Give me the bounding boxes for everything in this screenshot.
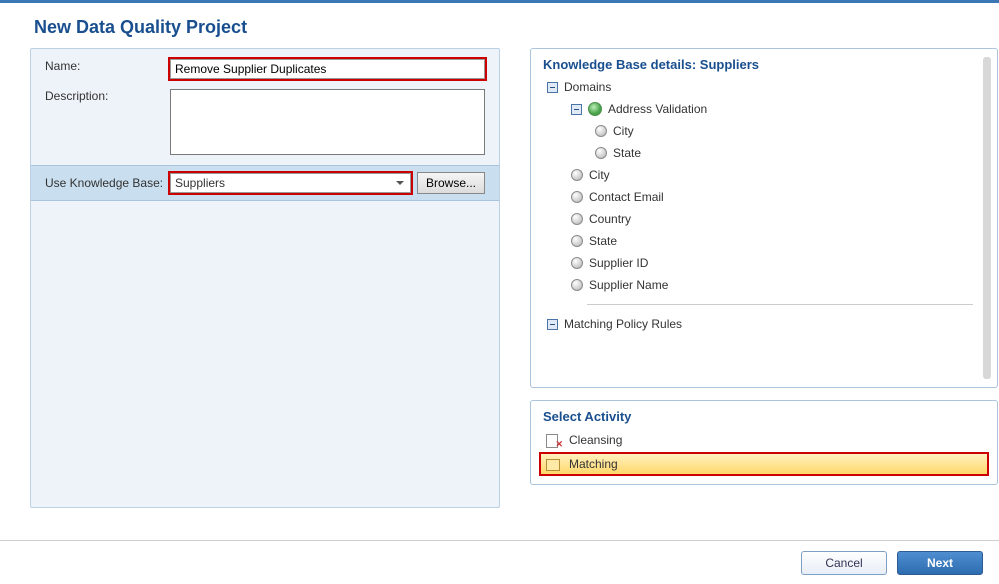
tree-node-domain[interactable]: Contact Email	[547, 186, 973, 208]
description-label: Description:	[45, 89, 170, 103]
new-project-form-panel: Name: Description: Use Knowledge Base: S…	[30, 48, 500, 508]
domain-icon	[571, 169, 583, 181]
tree-node-domain[interactable]: Country	[547, 208, 973, 230]
matching-icon	[545, 456, 561, 472]
select-activity-panel: Select Activity Cleansing Matching	[530, 400, 998, 485]
tree-label: State	[613, 146, 641, 160]
select-activity-title: Select Activity	[531, 401, 997, 428]
kb-details-panel: Knowledge Base details: Suppliers Domain…	[530, 48, 998, 388]
kb-label: Use Knowledge Base:	[45, 176, 170, 190]
activity-matching[interactable]: Matching	[539, 452, 989, 476]
domain-icon	[571, 213, 583, 225]
workarea: Name: Description: Use Knowledge Base: S…	[30, 48, 999, 534]
collapse-icon[interactable]	[571, 104, 582, 115]
domain-icon	[571, 235, 583, 247]
tree-node-domain[interactable]: State	[547, 230, 973, 252]
tree-label: Matching Policy Rules	[564, 317, 682, 331]
domain-icon	[571, 257, 583, 269]
right-column: Knowledge Base details: Suppliers Domain…	[530, 48, 998, 497]
cleansing-icon	[545, 432, 561, 448]
tree-label: State	[589, 234, 617, 248]
scrollbar[interactable]	[983, 57, 991, 379]
tree-label: Country	[589, 212, 631, 226]
kb-select[interactable]: Suppliers	[170, 173, 411, 193]
tree-label: Contact Email	[589, 190, 664, 204]
collapse-icon[interactable]	[547, 82, 558, 93]
domain-icon	[571, 191, 583, 203]
kb-details-title: Knowledge Base details: Suppliers	[531, 49, 997, 76]
domain-icon	[571, 279, 583, 291]
name-input[interactable]	[170, 59, 485, 79]
tree-node-domains[interactable]: Domains	[547, 76, 973, 98]
tree-label: City	[613, 124, 634, 138]
activity-label: Cleansing	[569, 433, 622, 447]
domain-icon	[595, 147, 607, 159]
collapse-icon[interactable]	[547, 319, 558, 330]
activity-label: Matching	[569, 457, 618, 471]
tree-node-domain[interactable]: Supplier ID	[547, 252, 973, 274]
tree-label: Domains	[564, 80, 611, 94]
tree-node-composite[interactable]: Address Validation	[547, 98, 973, 120]
tree-node-matching-rules[interactable]: Matching Policy Rules	[547, 313, 973, 335]
bottom-bar: Cancel Next	[0, 540, 999, 584]
kb-tree: Domains Address Validation City State	[531, 76, 997, 339]
tree-label: Supplier ID	[589, 256, 648, 270]
browse-button[interactable]: Browse...	[417, 172, 485, 194]
cancel-button[interactable]: Cancel	[801, 551, 887, 575]
page-title: New Data Quality Project	[0, 3, 999, 52]
tree-node-domain[interactable]: City	[547, 164, 973, 186]
tree-node-domain[interactable]: City	[547, 120, 973, 142]
activity-cleansing[interactable]: Cleansing	[539, 428, 989, 452]
tree-separator	[587, 304, 973, 305]
tree-node-domain[interactable]: Supplier Name	[547, 274, 973, 296]
domain-icon	[595, 125, 607, 137]
next-button[interactable]: Next	[897, 551, 983, 575]
tree-node-domain[interactable]: State	[547, 142, 973, 164]
tree-label: Address Validation	[608, 102, 707, 116]
name-label: Name:	[45, 59, 170, 73]
kb-select-value: Suppliers	[175, 176, 225, 190]
description-input[interactable]	[170, 89, 485, 155]
composite-domain-icon	[588, 102, 602, 116]
tree-label: City	[589, 168, 610, 182]
tree-label: Supplier Name	[589, 278, 668, 292]
